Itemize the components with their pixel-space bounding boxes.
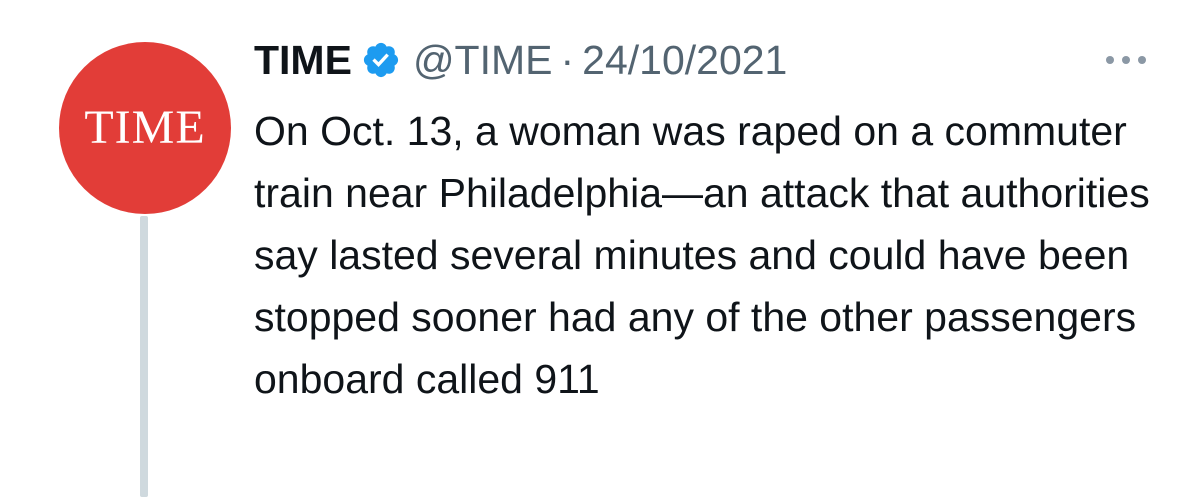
display-name[interactable]: TIME [254, 37, 352, 84]
more-dot [1122, 56, 1130, 64]
tweet-date[interactable]: 24/10/2021 [582, 37, 787, 84]
more-horizontal-icon[interactable] [1106, 52, 1146, 68]
tweet-text: On Oct. 13, a woman was raped on a commu… [254, 108, 1150, 402]
tweet-header: TIME @TIME · 24/10/2021 [254, 30, 787, 90]
more-dot [1106, 56, 1114, 64]
time-logo: TIME [84, 101, 206, 154]
handle[interactable]: @TIME [413, 37, 553, 84]
thread-line [140, 216, 148, 497]
avatar[interactable]: TIME [59, 42, 231, 214]
separator-dot: · [560, 36, 575, 83]
verified-badge-icon [361, 40, 401, 80]
tweet[interactable]: TIME TIME @TIME · 24/10/2021 On Oct. 13,… [0, 0, 1200, 497]
more-dot [1138, 56, 1146, 64]
